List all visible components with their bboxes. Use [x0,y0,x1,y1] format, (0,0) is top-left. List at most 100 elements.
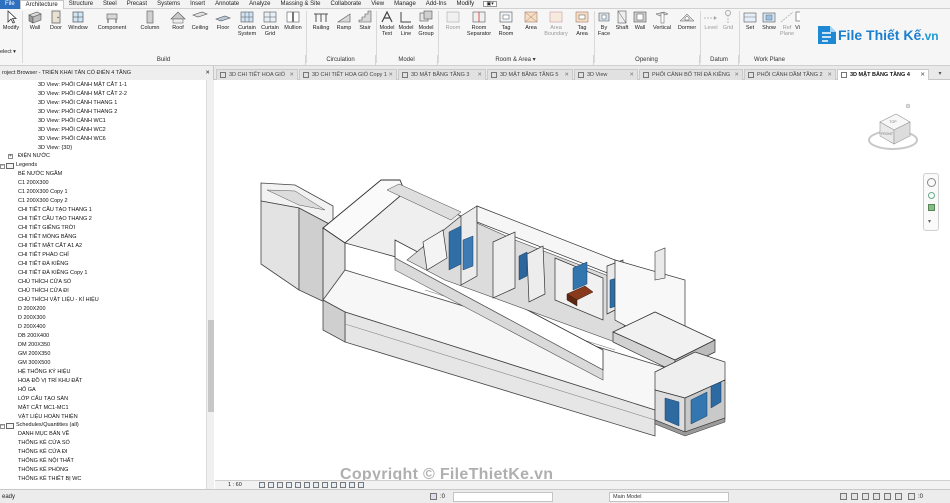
detail-level-icon[interactable] [259,482,265,488]
wall-opening-button[interactable]: Wall [632,10,648,50]
tab-overflow-button[interactable]: ▾ [933,69,947,79]
by-face-button[interactable]: By Face [596,10,612,50]
close-icon[interactable]: ✕ [289,70,294,80]
drag-elements-icon[interactable] [895,493,902,500]
schedule-item[interactable]: DANH MỤC BẢN VẼ [18,430,69,439]
level-button[interactable]: Level [702,10,720,50]
navigation-bar[interactable]: ▾ [923,173,939,231]
close-icon[interactable]: ✕ [629,70,634,80]
close-icon[interactable]: ✕ [564,70,569,80]
legend-item[interactable]: C1 200X300 Copy 1 [18,188,68,197]
stair-button[interactable]: Stair [355,10,375,50]
browser-item-3d-view[interactable]: 3D View: PHỐI CẢNH THANG 1 [38,99,117,108]
legend-item[interactable]: CHI TIẾT ĐÀ KIỀNG Copy 1 [18,269,87,278]
tab-3d-mat-bang-tang-4[interactable]: 3D MẶT BẰNG TẦNG 4 ✕ [837,69,929,80]
close-icon[interactable]: ✕ [477,70,482,80]
reveal-hidden-icon[interactable] [340,482,346,488]
tab-3d-chi-tiet-hoa-gio-copy-1[interactable]: 3D CHI TIẾT HOA GIÓ Copy 1 ✕ [299,69,397,80]
door-button[interactable]: Door [46,10,66,50]
analytical-model-icon[interactable] [349,482,355,488]
home-view-icon[interactable] [905,103,911,109]
schedule-item[interactable]: THỐNG KÊ THIẾT BỊ WC [18,475,81,484]
browser-item-3d-view[interactable]: 3D View: PHỐI CẢNH MẶT CẮT 2-2 [38,90,127,99]
dormer-button[interactable]: Dormer [675,10,699,50]
set-button[interactable]: Set [742,10,758,50]
contextual-toggle-button[interactable]: ▣▾ [483,1,498,7]
tag-area-button[interactable]: Tag Area [572,10,592,50]
legend-item[interactable]: CHI TIẾT ĐÀ KIỀNG [18,260,69,269]
room-separator-button[interactable]: Room Separator [465,10,493,50]
schedule-item[interactable]: THỐNG KÊ NỘI THẤT [18,457,74,466]
legend-item[interactable]: CHI TIẾT CẦU TẠO THANG 1 [18,206,92,215]
tab-phoi-canh-dam-tang-2[interactable]: PHỐI CẢNH DẦM TẦNG 2 ✕ [744,69,836,80]
building-3d-model[interactable] [215,80,950,480]
column-button[interactable]: Column [137,10,163,50]
crop-region-icon[interactable] [313,482,319,488]
menu-collaborate[interactable]: Collaborate [326,0,367,9]
tag-room-button[interactable]: Tag Room [495,10,517,50]
menu-massing-site[interactable]: Massing & Site [275,0,325,9]
room-area-panel-label[interactable]: Room & Area ▾ [438,55,594,65]
modify-button[interactable]: Modify [2,10,20,50]
legend-item[interactable]: MẶT CẮT MC1-MC1 [18,404,69,413]
show-button[interactable]: Show [760,10,778,50]
curtain-grid-button[interactable]: Curtain Grid [259,10,281,50]
legend-item[interactable]: CHI TIẾT MẶT CẮT A1 A2 [18,242,82,251]
legend-item[interactable]: CHI TIẾT PHÀO CHỈ [18,251,69,260]
ref-plane-button[interactable]: Ref Plane [779,10,795,50]
close-icon[interactable]: ✕ [920,70,925,80]
browser-header-schedules[interactable]: Schedules/Quantities (all) [16,421,79,430]
tab-3d-mat-bang-tang-5[interactable]: 3D MẶT BẰNG TẦNG 5 ✕ [487,69,573,80]
legend-item[interactable]: CHI TIẾT CẦU TẠO THANG 2 [18,215,92,224]
component-button[interactable]: Component [94,10,130,50]
3d-viewport[interactable]: TOP FRONT [215,80,950,480]
menu-insert[interactable]: Insert [185,0,210,9]
legend-item[interactable]: HỐ GA [18,386,36,395]
schedule-item[interactable]: THỐNG KÊ PHÒNG [18,466,68,475]
browser-item-3d-view[interactable]: 3D View: PHỐI CẢNH WC6 [38,135,106,144]
vertical-button[interactable]: Vertical [650,10,674,50]
menu-manage[interactable]: Manage [389,0,421,9]
select-by-face-icon[interactable] [884,493,891,500]
design-option-dropdown[interactable]: Main Model [609,492,729,502]
window-button[interactable]: Window [66,10,90,50]
collapse-toggle[interactable]: − [0,164,5,169]
scrollbar-thumb[interactable] [208,320,214,412]
ramp-button[interactable]: Ramp [334,10,354,50]
tab-3d-mat-bang-tang-3[interactable]: 3D MẶT BẰNG TẦNG 3 ✕ [398,69,486,80]
model-group-button[interactable]: Model Group [416,10,436,50]
model-line-button[interactable]: Model Line [397,10,415,50]
crop-view-icon[interactable] [304,482,310,488]
browser-scrollbar[interactable] [206,80,214,489]
menu-add-ins[interactable]: Add-Ins [421,0,452,9]
render-icon[interactable] [295,482,301,488]
grid-button[interactable]: Grid [720,10,736,50]
select-links-icon[interactable] [851,493,858,500]
mullion-button[interactable]: Mullion [281,10,305,50]
close-icon[interactable]: ✕ [827,70,832,80]
viewcube-icon[interactable]: TOP FRONT [860,100,920,155]
sun-path-icon[interactable] [277,482,283,488]
shaft-button[interactable]: Shaft [613,10,631,50]
legend-item[interactable]: D 200X300 [18,314,46,323]
tab-3d-view[interactable]: 3D View ✕ [574,69,638,80]
filter-icon[interactable] [908,493,915,500]
collapse-toggle[interactable]: − [0,424,5,429]
railing-button[interactable]: Railing [310,10,332,50]
roof-button[interactable]: Roof [168,10,188,50]
menu-systems[interactable]: Systems [152,0,185,9]
select-underlay-icon[interactable] [862,493,869,500]
browser-item-3d-view[interactable]: 3D View: PHỐI CẢNH THANG 2 [38,108,117,117]
schedule-item[interactable]: THỐNG KÊ CỬA SỔ [18,439,70,448]
legend-item[interactable]: CHÚ THÍCH CỬA ĐI [18,287,69,296]
close-icon[interactable]: ✕ [734,70,739,80]
menu-steel[interactable]: Steel [98,0,122,9]
visual-style-icon[interactable] [268,482,274,488]
legend-item[interactable]: LỚP CẤU TẠO SÀN [18,395,68,404]
wall-button[interactable]: Wall [25,10,45,50]
legend-item[interactable]: D 200X400 [18,323,46,332]
legend-item[interactable]: CHÚ THÍCH VẬT LIỆU - KÍ HIỆU [18,296,99,305]
menu-architecture[interactable]: Architecture [19,0,64,9]
legend-item[interactable]: BỂ NƯỚC NGẦM [18,170,62,179]
workset-dropdown[interactable] [453,492,553,502]
